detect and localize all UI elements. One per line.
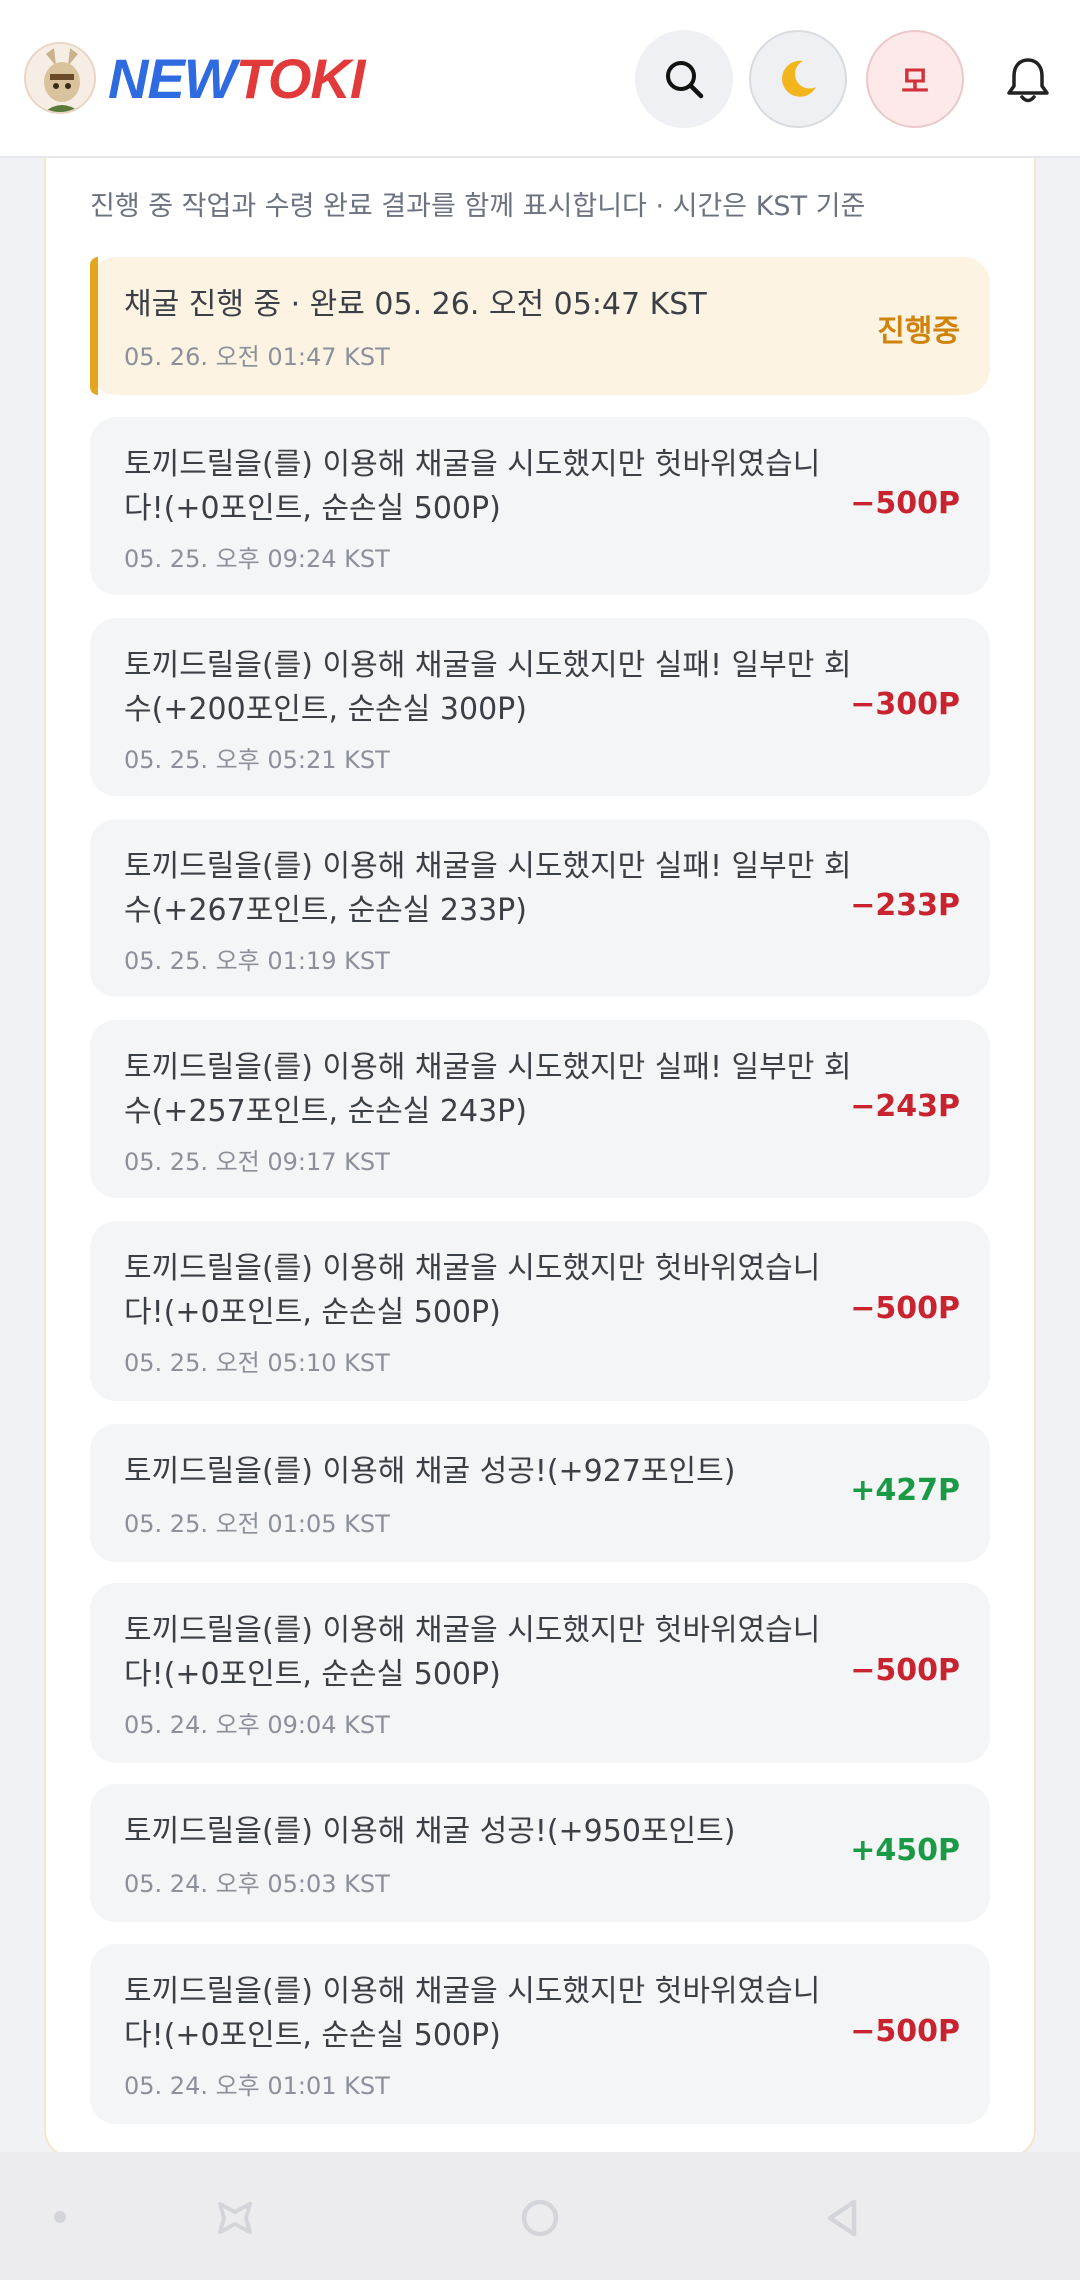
user-avatar-button[interactable]: 모	[866, 30, 964, 128]
history-item-text: 채굴 진행 중 · 완료 05. 26. 오전 05:47 KST	[124, 287, 707, 322]
history-item-time: 05. 25. 오후 09:24 KST	[124, 545, 390, 573]
points-amount: −500P	[850, 2014, 960, 2049]
history-item-time: 05. 24. 오후 05:03 KST	[124, 1870, 390, 1898]
back-icon[interactable]	[822, 2196, 862, 2240]
system-nav-bar	[0, 2152, 1080, 2280]
notifications-button[interactable]	[1000, 52, 1056, 108]
points-amount: −243P	[850, 1089, 960, 1124]
history-item-text: 토끼드릴을(를) 이용해 채굴을 시도했지만 헛바위였습니다!(+0포인트, 순…	[124, 1974, 821, 2053]
history-item-text: 토끼드릴을(를) 이용해 채굴을 시도했지만 실패! 일부만 회수(+257포인…	[124, 1050, 852, 1129]
logo-new-text: NEW	[108, 47, 237, 110]
points-amount: −500P	[850, 1291, 960, 1326]
character-logo-icon	[26, 44, 94, 112]
history-item-time: 05. 25. 오전 09:17 KST	[124, 1148, 390, 1176]
history-item: 토끼드릴을(를) 이용해 채굴 성공!(+950포인트) 05. 24. 오후 0…	[90, 1784, 990, 1922]
progress-accent-bar	[90, 257, 98, 395]
user-initial: 모	[901, 65, 929, 100]
history-subtitle: 진행 중 작업과 수령 완료 결과를 함께 표시합니다 · 시간은 KST 기준	[90, 191, 866, 222]
points-amount: −500P	[850, 486, 960, 521]
recent-apps-icon[interactable]	[214, 2198, 256, 2238]
history-item: 토끼드릴을(를) 이용해 채굴을 시도했지만 헛바위였습니다!(+0포인트, 순…	[90, 1944, 990, 2124]
history-item-text: 토끼드릴을(를) 이용해 채굴을 시도했지만 실패! 일부만 회수(+267포인…	[124, 849, 852, 928]
history-item: 토끼드릴을(를) 이용해 채굴을 시도했지만 실패! 일부만 회수(+267포인…	[90, 819, 990, 997]
nav-indicator-dot	[54, 2211, 66, 2223]
history-item-time: 05. 25. 오후 01:19 KST	[124, 947, 390, 975]
history-item-time: 05. 25. 오전 01:05 KST	[124, 1510, 390, 1538]
history-item-text: 토끼드릴을(를) 이용해 채굴을 시도했지만 실패! 일부만 회수(+200포인…	[124, 648, 852, 727]
history-item: 토끼드릴을(를) 이용해 채굴을 시도했지만 실패! 일부만 회수(+257포인…	[90, 1020, 990, 1198]
history-item-text: 토끼드릴을(를) 이용해 채굴 성공!(+950포인트)	[124, 1814, 736, 1849]
history-item-text: 토끼드릴을(를) 이용해 채굴을 시도했지만 헛바위였습니다!(+0포인트, 순…	[124, 1251, 821, 1330]
history-item-time: 05. 24. 오후 01:01 KST	[124, 2072, 390, 2100]
points-amount: +450P	[850, 1833, 960, 1868]
history-item-time: 05. 25. 오후 05:21 KST	[124, 746, 390, 774]
home-icon[interactable]	[518, 2196, 562, 2240]
history-item: 토끼드릴을(를) 이용해 채굴을 시도했지만 헛바위였습니다!(+0포인트, 순…	[90, 1583, 990, 1763]
search-icon	[666, 61, 704, 99]
history-item: 토끼드릴을(를) 이용해 채굴을 시도했지만 헛바위였습니다!(+0포인트, 순…	[90, 1221, 990, 1401]
dark-mode-toggle[interactable]	[749, 30, 847, 128]
history-item-time: 05. 24. 오후 09:04 KST	[124, 1711, 390, 1739]
bell-icon	[1007, 58, 1049, 103]
history-item-in-progress: 채굴 진행 중 · 완료 05. 26. 오전 05:47 KST 05. 26.…	[90, 257, 990, 395]
search-button[interactable]	[635, 30, 733, 128]
history-item-text: 토끼드릴을(를) 이용해 채굴을 시도했지만 헛바위였습니다!(+0포인트, 순…	[124, 447, 821, 526]
points-amount: +427P	[850, 1473, 960, 1508]
logo-toki-text: TOKI	[235, 47, 366, 110]
points-amount: −233P	[850, 888, 960, 923]
history-item: 토끼드릴을(를) 이용해 채굴 성공!(+927포인트) 05. 25. 오전 0…	[90, 1424, 990, 1562]
site-logo[interactable]: NEWTOKI	[108, 44, 366, 114]
history-item: 토끼드릴을(를) 이용해 채굴을 시도했지만 헛바위였습니다!(+0포인트, 순…	[90, 417, 990, 595]
history-item: 토끼드릴을(를) 이용해 채굴을 시도했지만 실패! 일부만 회수(+200포인…	[90, 618, 990, 796]
app-header: NEWTOKI 모	[0, 0, 1080, 158]
points-amount: −500P	[850, 1653, 960, 1688]
status-badge: 진행중	[877, 314, 960, 349]
history-item-text: 토끼드릴을(를) 이용해 채굴 성공!(+927포인트)	[124, 1454, 736, 1489]
logo-avatar[interactable]	[24, 42, 96, 114]
history-item-text: 토끼드릴을(를) 이용해 채굴을 시도했지만 헛바위였습니다!(+0포인트, 순…	[124, 1613, 821, 1692]
history-item-time: 05. 25. 오전 05:10 KST	[124, 1349, 390, 1377]
moon-icon	[782, 60, 816, 97]
points-amount: −300P	[850, 687, 960, 722]
history-item-time: 05. 26. 오전 01:47 KST	[124, 343, 390, 371]
